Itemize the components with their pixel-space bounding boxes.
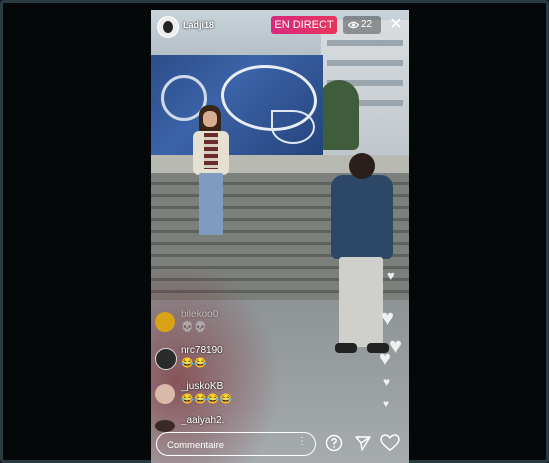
question-icon[interactable] [324,434,344,454]
scene-girl [191,105,231,245]
comment-avatar[interactable] [155,348,177,370]
comment-item: nrc78190 😂😂 [155,344,335,376]
live-badge: EN DIRECT [271,16,337,34]
eye-icon [348,21,359,29]
comment-avatar[interactable] [155,420,175,432]
comment-message: 😂😂 [181,358,207,369]
comment-username[interactable]: bilekoo0 [181,309,218,320]
floating-heart-icon: ♥ [379,348,391,370]
floating-heart-icon: ♥ [389,333,403,358]
comment-username[interactable]: _juskoKB [181,381,223,392]
comment-avatar[interactable] [155,312,175,332]
comment-username[interactable]: _aalyah2. [181,415,224,426]
send-icon[interactable] [353,434,373,454]
live-header: Ladji18 EN DIRECT 22 ✕ [151,10,409,44]
scene-mural [151,55,323,160]
comment-input-box[interactable]: ⋮ [156,432,316,456]
host-username[interactable]: Ladji18 [183,20,214,30]
floating-heart-icon: ♥ [383,375,391,389]
video-frame: Ladji18 EN DIRECT 22 ✕ bilekoo0 💀💀 nrc78… [0,0,549,463]
comment-avatar[interactable] [155,384,175,404]
scene-tree [319,80,359,150]
viewer-count-value: 22 [361,19,373,30]
comment-username[interactable]: nrc78190 [181,345,223,356]
close-icon[interactable]: ✕ [387,16,405,34]
comment-item: _juskoKB 😂😂😂😂 [155,380,335,412]
comment-message: 😂😂😂😂 [181,394,233,405]
viewer-count[interactable]: 22 [343,16,381,34]
scene-boy [327,153,397,363]
comment-message: 💀💀 [181,322,207,333]
comment-input[interactable] [165,436,294,454]
floating-heart-icon: ♥ [381,305,395,330]
comment-item: bilekoo0 💀💀 [155,308,335,340]
floating-heart-icon: ♥ [387,268,395,283]
host-avatar[interactable] [157,16,179,38]
floating-heart-icon: ♥ [383,399,389,410]
live-stream-view: Ladji18 EN DIRECT 22 ✕ bilekoo0 💀💀 nrc78… [151,10,409,463]
heart-icon[interactable] [380,434,400,454]
more-dots-icon[interactable]: ⋮ [297,436,307,447]
